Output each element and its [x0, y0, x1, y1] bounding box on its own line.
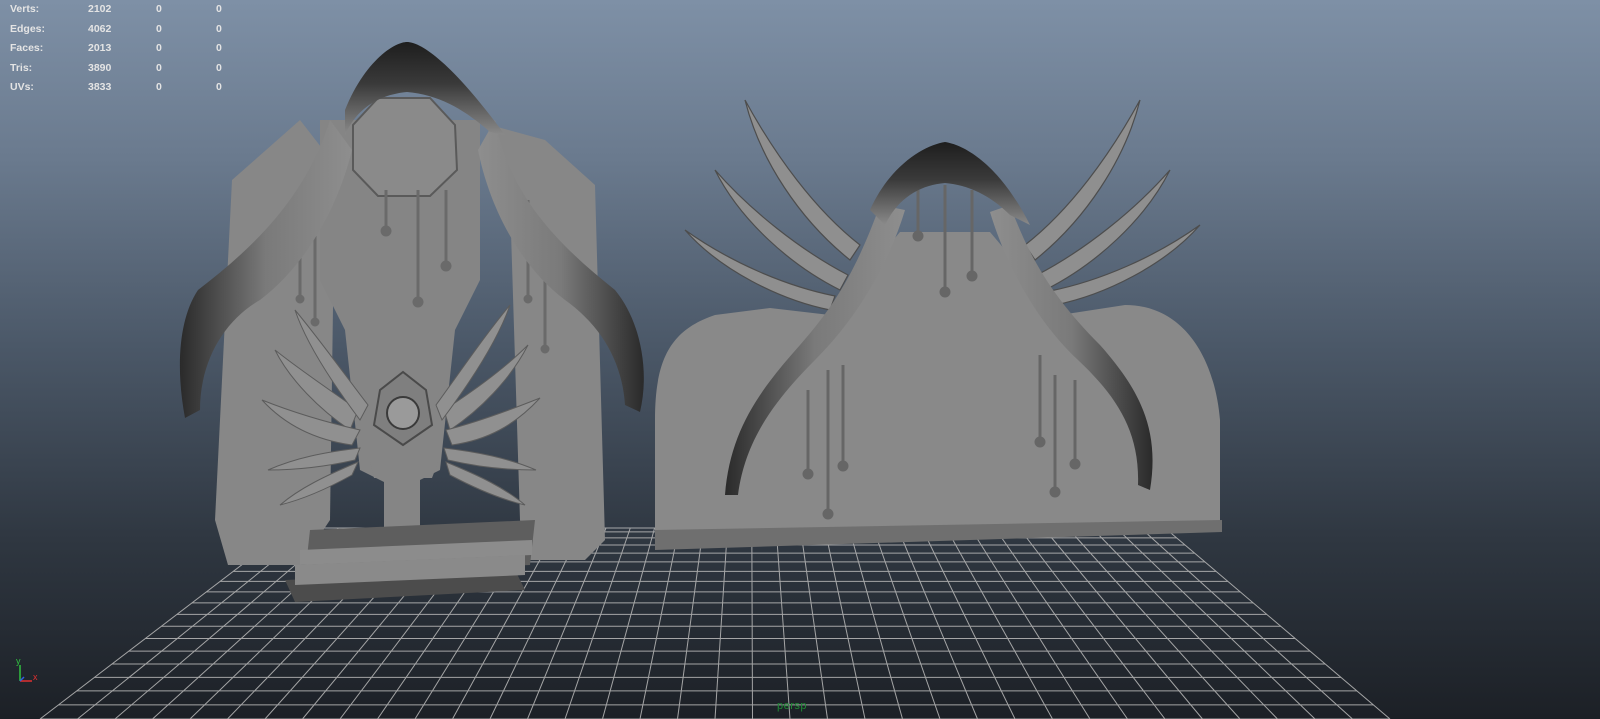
grid-line [775, 527, 791, 719]
maya-viewport[interactable]: Verts: 2102 0 0 Edges: 4062 0 0 Faces: 2… [0, 0, 1600, 719]
grid-line [848, 527, 903, 719]
grid-line [970, 527, 1091, 719]
grid-line [677, 527, 704, 719]
grid-line [751, 527, 753, 719]
grid-line [921, 527, 1016, 719]
camera-name-label: persp [777, 700, 808, 712]
grid-line [1164, 527, 1391, 719]
axis-y-label: y [16, 656, 21, 666]
grid-line [799, 527, 828, 719]
shrine-arch-mesh[interactable] [179, 42, 644, 602]
grid-line [1116, 527, 1316, 719]
grid-line [639, 527, 680, 719]
grid-line [897, 527, 978, 719]
wing-wall-mesh[interactable] [655, 99, 1222, 550]
axis-x-label: x [33, 672, 38, 682]
grid-line [1067, 527, 1241, 719]
grid-line [1018, 527, 1166, 719]
scene-3d[interactable] [0, 0, 1600, 719]
grid-line [824, 527, 866, 719]
axis-gizmo: y x [16, 656, 38, 682]
grid-line [602, 527, 656, 719]
grid-line [994, 527, 1128, 719]
grid-line [872, 527, 941, 719]
grid-line [1140, 527, 1353, 719]
grid-line [1043, 527, 1203, 719]
grid-line [945, 527, 1053, 719]
grid-line [714, 527, 728, 719]
grid-line [1091, 527, 1278, 719]
